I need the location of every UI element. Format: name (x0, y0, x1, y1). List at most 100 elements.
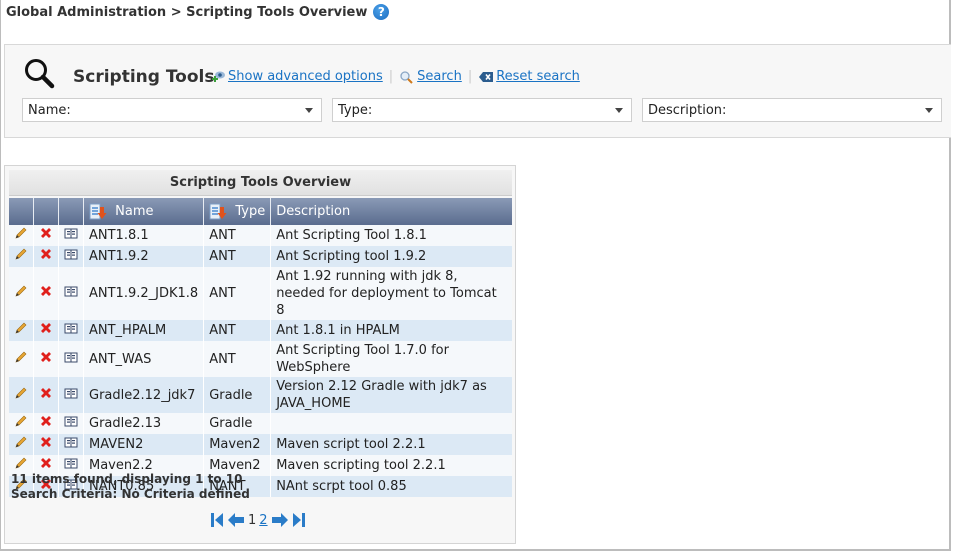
cell-description: Ant Scripting Tool 1.7.0 for WebSphere (270, 341, 512, 377)
tool-type: Gradle (209, 387, 253, 403)
delete-icon[interactable] (39, 284, 53, 303)
table-row: ANT1.9.2_JDK1.8 ANT Ant 1.92 running with … (9, 267, 512, 320)
help-icon[interactable]: ? (373, 4, 390, 20)
tool-type: Maven2 (209, 437, 261, 452)
cell-description: Maven script tool 2.2.1 (270, 434, 512, 455)
cell-description: Ant 1.92 running with jdk 8, needed for … (270, 267, 512, 320)
edit-icon[interactable] (14, 284, 28, 303)
cell-description: NAnt scrpt tool 0.85 (270, 476, 512, 497)
details-icon[interactable] (64, 351, 78, 368)
delete-cell (33, 320, 59, 341)
tool-name: Gradle2.12_jdk7 (89, 387, 196, 403)
separator: | (388, 69, 394, 84)
edit-icon[interactable] (14, 414, 28, 433)
chevron-down-icon (615, 108, 623, 113)
cell-name: ANT_HPALM (83, 320, 205, 341)
details-icon[interactable] (64, 285, 78, 302)
cell-type: ANT (203, 225, 272, 246)
last-page-icon[interactable] (292, 512, 306, 528)
column-header-type[interactable]: Type (203, 198, 272, 225)
tool-description: Maven script tool 2.2.1 (276, 437, 426, 452)
cell-type: ANT (203, 320, 272, 341)
column-description-label: Description (276, 204, 351, 219)
details-cell (58, 267, 84, 320)
cell-description: Ant Scripting tool 1.9.2 (270, 246, 512, 267)
edit-icon[interactable] (14, 435, 28, 454)
search-link[interactable]: Search (417, 69, 462, 84)
details-icon[interactable] (64, 415, 78, 432)
breadcrumb: Global Administration > Scripting Tools … (6, 4, 390, 20)
cell-type: Maven2 (203, 434, 272, 455)
details-icon[interactable] (64, 436, 78, 453)
magnifier-icon (25, 59, 55, 89)
cell-type: ANT (203, 341, 272, 377)
edit-cell (9, 377, 34, 413)
details-cell (58, 413, 84, 434)
table-row: ANT1.8.1 ANT Ant Scripting Tool 1.8.1 (9, 225, 512, 246)
edit-cell (9, 341, 34, 377)
tool-type: Maven2 (209, 458, 261, 473)
tool-description: Ant 1.8.1 in HPALM (276, 323, 400, 338)
column-header-description[interactable]: Description (270, 198, 512, 225)
show-advanced-options-link[interactable]: Show advanced options (228, 69, 383, 84)
edit-cell (9, 225, 34, 246)
cell-name: MAVEN2 (83, 434, 205, 455)
column-header-details (58, 198, 84, 225)
table-row: ANT1.9.2 ANT Ant Scripting tool 1.9.2 (9, 246, 512, 267)
column-header-name[interactable]: Name (83, 198, 205, 225)
tool-description: Ant 1.92 running with jdk 8, needed for … (276, 269, 497, 318)
delete-icon[interactable] (39, 435, 53, 454)
delete-cell (33, 341, 59, 377)
edit-icon[interactable] (14, 226, 28, 245)
details-icon[interactable] (64, 248, 78, 265)
type-filter-select[interactable]: Type: (332, 98, 632, 122)
column-type-label: Type (235, 204, 266, 219)
edit-icon[interactable] (14, 386, 28, 405)
name-filter-label: Name: (28, 103, 71, 118)
page-2-link[interactable]: 2 (259, 513, 267, 528)
delete-cell (33, 413, 59, 434)
edit-cell (9, 246, 34, 267)
tool-description: Ant Scripting Tool 1.7.0 for WebSphere (276, 343, 449, 375)
first-page-icon[interactable] (210, 512, 224, 528)
cell-name: ANT_WAS (83, 341, 205, 377)
tool-name: ANT_WAS (89, 351, 152, 367)
delete-icon[interactable] (39, 350, 53, 369)
next-page-icon[interactable] (271, 512, 289, 528)
description-filter-select[interactable]: Description: (642, 98, 942, 122)
grid-footer: 11 items found, displaying 1 to 10 Searc… (11, 472, 250, 502)
edit-icon[interactable] (14, 350, 28, 369)
details-icon[interactable] (64, 387, 78, 404)
grid-caption: Scripting Tools Overview (9, 170, 512, 196)
description-filter-label: Description: (648, 103, 727, 118)
delete-icon[interactable] (39, 386, 53, 405)
table-header-row: Name Type Description (9, 198, 512, 225)
delete-icon[interactable] (39, 414, 53, 433)
chevron-down-icon (925, 108, 933, 113)
cell-name: Gradle2.13 (83, 413, 205, 434)
tool-description: Maven scripting tool 2.2.1 (276, 458, 446, 473)
details-icon[interactable] (64, 322, 78, 339)
delete-icon[interactable] (39, 321, 53, 340)
scripting-tools-grid: Scripting Tools Overview Name Type Descr… (4, 165, 516, 544)
type-filter-label: Type: (338, 103, 373, 118)
cell-name: ANT1.8.1 (83, 225, 205, 246)
name-filter-select[interactable]: Name: (22, 98, 322, 122)
cell-type: Gradle (203, 413, 272, 434)
details-icon[interactable] (64, 227, 78, 244)
edit-icon[interactable] (14, 247, 28, 266)
sort-descending-icon (89, 203, 107, 220)
cell-description (270, 413, 512, 434)
pager: 1 2 (210, 512, 306, 528)
tool-type: ANT (209, 286, 236, 301)
tool-type: ANT (209, 228, 236, 243)
delete-icon[interactable] (39, 247, 53, 266)
breadcrumb-text: Global Administration > Scripting Tools … (6, 4, 368, 20)
reset-search-link[interactable]: Reset search (496, 69, 580, 84)
tool-name: ANT_HPALM (89, 323, 167, 338)
tool-type: ANT (209, 351, 236, 367)
delete-icon[interactable] (39, 226, 53, 245)
items-count: 11 items found, displaying 1 to 10 (11, 472, 243, 486)
previous-page-icon[interactable] (227, 512, 245, 528)
edit-icon[interactable] (14, 321, 28, 340)
